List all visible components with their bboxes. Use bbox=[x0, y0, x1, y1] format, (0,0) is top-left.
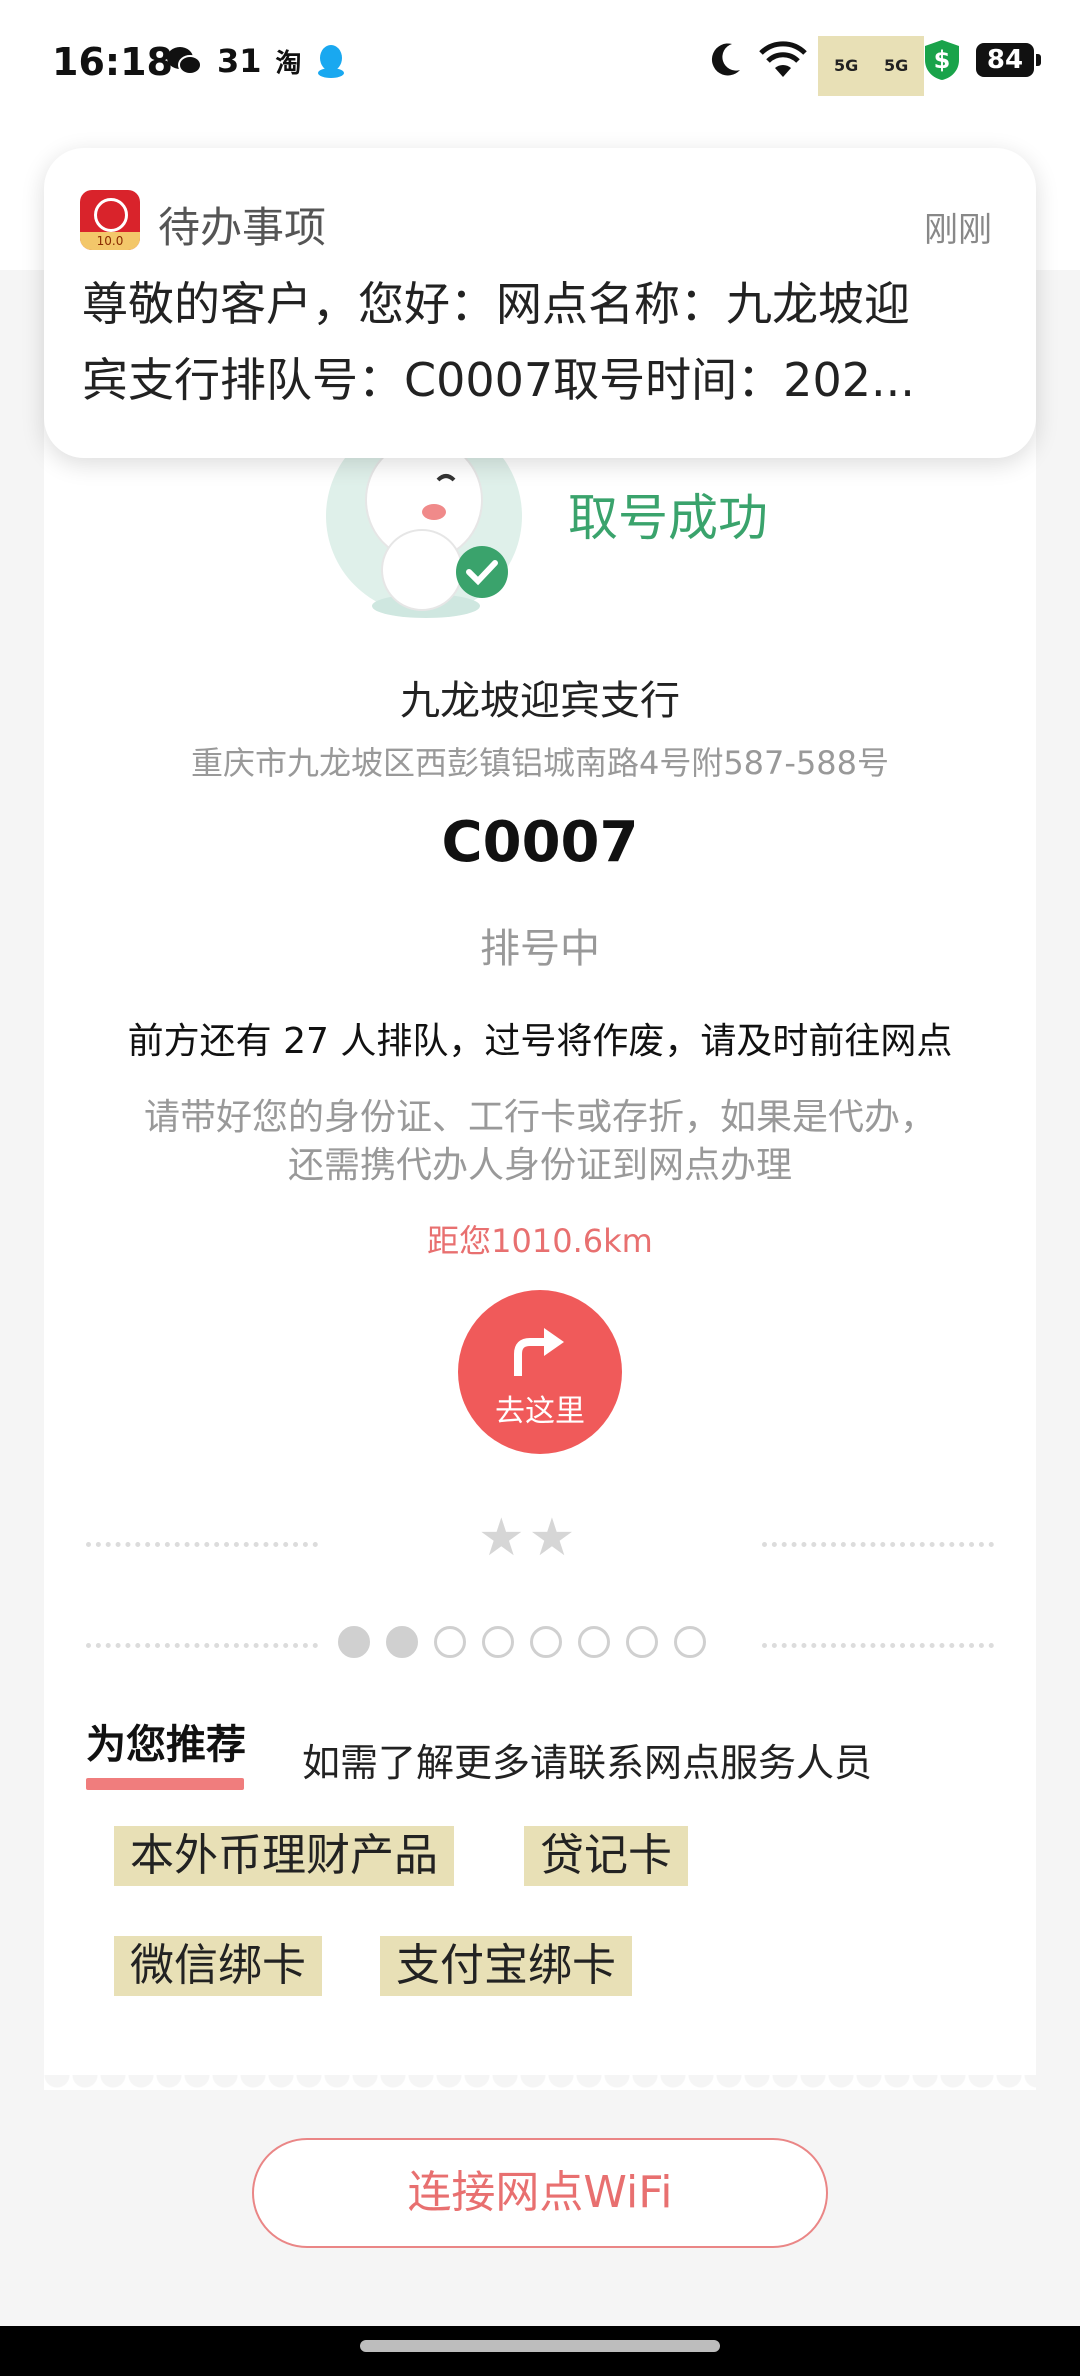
tag-wechat-bind[interactable]: 微信绑卡 bbox=[114, 1936, 322, 1996]
screen: 16:18 31 淘 5G 5G $ 84 取号成功 九龙坡迎宾支行 重庆市九龙… bbox=[0, 0, 1080, 2376]
document-notice: 请带好您的身份证、工行卡或存折，如果是代办， 还需携代办人身份证到网点办理 bbox=[80, 1094, 1000, 1190]
rating-stars: ★★ bbox=[478, 1508, 580, 1568]
tag-wealth-products[interactable]: 本外币理财产品 bbox=[114, 1826, 454, 1886]
notification-body: 尊敬的客户，您好：网点名称：九龙坡迎 宾支行排队号：C0007取号时间：202.… bbox=[82, 266, 1002, 418]
recommend-hint: 如需了解更多请联系网点服务人员 bbox=[302, 1741, 873, 1785]
notification-app-name: 待办事项 bbox=[158, 203, 327, 252]
status-time: 16:18 bbox=[52, 40, 173, 84]
qq-icon bbox=[317, 45, 344, 78]
notification-line-2: 宾支行排队号：C0007取号时间：202... bbox=[82, 353, 915, 407]
notification-banner[interactable]: 10.0 待办事项 刚刚 尊敬的客户，您好：网点名称：九龙坡迎 宾支行排队号：C… bbox=[44, 148, 1036, 458]
queue-ahead-text: 前方还有 27 人排队，过号将作废，请及时前往网点 bbox=[127, 1021, 953, 1062]
success-text: 取号成功 bbox=[568, 489, 768, 547]
page-dot bbox=[434, 1626, 466, 1658]
page-indicator bbox=[338, 1626, 706, 1658]
notice-line-1: 请带好您的身份证、工行卡或存折，如果是代办， bbox=[143, 1097, 936, 1138]
ticket-card-edge bbox=[44, 2075, 1036, 2105]
notification-time: 刚刚 bbox=[924, 210, 992, 250]
distance-text: 距您1010.6km bbox=[427, 1222, 653, 1260]
shield-dollar-icon: $ bbox=[925, 40, 959, 80]
page-dot bbox=[626, 1626, 658, 1658]
queue-number: C0007 bbox=[441, 810, 639, 875]
signal-icon-1: 5G bbox=[818, 36, 875, 96]
status-bar: 16:18 31 淘 5G 5G $ 84 bbox=[0, 0, 1080, 130]
page-dot bbox=[386, 1626, 418, 1658]
icbc-app-icon: 10.0 bbox=[80, 190, 140, 250]
recommend-title-underline bbox=[86, 1778, 244, 1790]
battery-icon: 84 bbox=[976, 43, 1041, 77]
notice-line-2: 还需携代办人身份证到网点办理 bbox=[287, 1145, 792, 1186]
tag-credit-card[interactable]: 贷记卡 bbox=[524, 1826, 688, 1886]
page-dot bbox=[482, 1626, 514, 1658]
notification-icons: 31 淘 bbox=[165, 42, 346, 80]
page-dot bbox=[338, 1626, 370, 1658]
wifi-icon bbox=[759, 41, 807, 77]
svg-text:$: $ bbox=[934, 46, 951, 74]
home-indicator[interactable] bbox=[360, 2340, 720, 2352]
signal-icon-2: 5G bbox=[868, 36, 925, 96]
divider-left-2 bbox=[86, 1643, 318, 1648]
connect-wifi-button[interactable]: 连接网点WiFi bbox=[252, 2138, 828, 2248]
divider-right-2 bbox=[762, 1643, 994, 1648]
recommend-title: 为您推荐 bbox=[86, 1722, 246, 1768]
moon-icon bbox=[711, 43, 740, 76]
navigate-button[interactable]: 去这里 bbox=[458, 1290, 622, 1454]
wechat-icon bbox=[167, 47, 202, 75]
turn-right-arrow-icon bbox=[514, 1328, 564, 1376]
page-dot bbox=[530, 1626, 562, 1658]
branch-address: 重庆市九龙坡区西彭镇铝城南路4号附587-588号 bbox=[190, 744, 890, 782]
queue-status: 排号中 bbox=[480, 926, 600, 972]
wechat-count: 31 bbox=[217, 42, 262, 80]
divider-left-1 bbox=[86, 1542, 318, 1547]
divider-right-1 bbox=[762, 1542, 994, 1547]
notification-line-1: 尊敬的客户，您好：网点名称：九龙坡迎 bbox=[82, 277, 910, 331]
system-icons: 5G 5G $ 84 bbox=[706, 36, 1041, 96]
page-dot bbox=[578, 1626, 610, 1658]
page-dot bbox=[674, 1626, 706, 1658]
tag-alipay-bind[interactable]: 支付宝绑卡 bbox=[380, 1936, 632, 1996]
taobao-icon: 淘 bbox=[275, 48, 302, 79]
branch-name: 九龙坡迎宾支行 bbox=[400, 678, 680, 724]
navigate-button-label: 去这里 bbox=[495, 1394, 585, 1429]
